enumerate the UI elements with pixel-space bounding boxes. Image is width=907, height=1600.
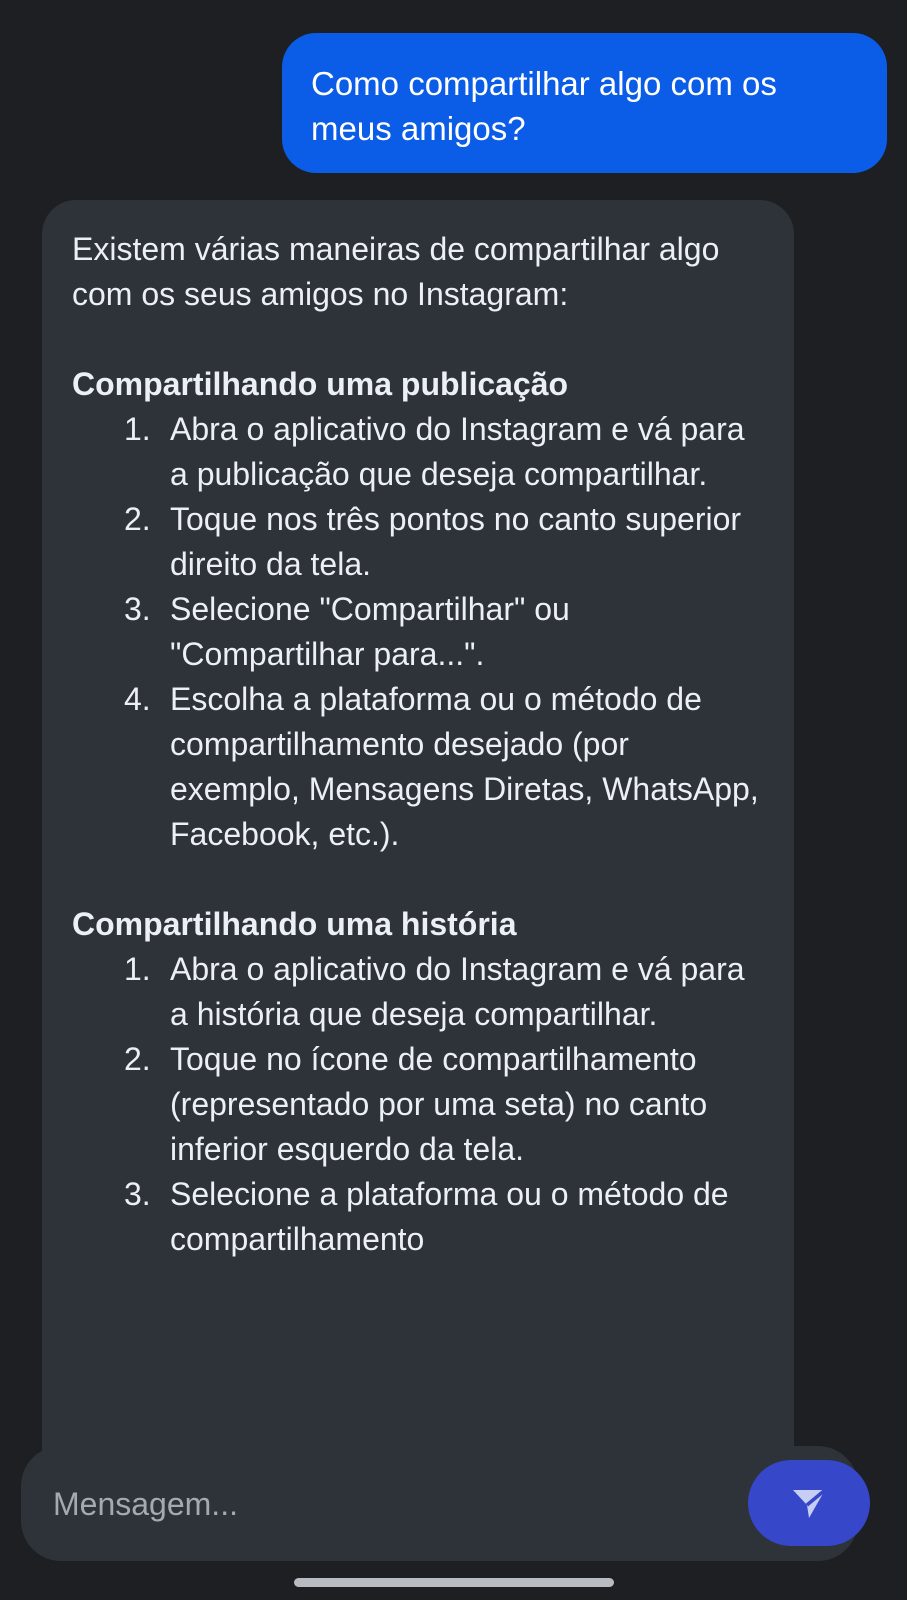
user-message-text: Como compartilhar algo com os meus amigo… [311, 65, 777, 147]
step-number: 1. [124, 951, 151, 987]
step-item: 2. Toque no ícone de compartilhamento (r… [72, 1037, 766, 1172]
step-text: Abra o aplicativo do Instagram e vá para… [170, 411, 745, 492]
section-title: Compartilhando uma publicação [72, 366, 569, 402]
step-number: 2. [124, 1041, 151, 1077]
section-share-story: Compartilhando uma história 1. Abra o ap… [72, 902, 766, 1262]
steps-list: 1. Abra o aplicativo do Instagram e vá p… [72, 947, 766, 1262]
step-text: Toque nos três pontos no canto superior … [170, 501, 742, 582]
user-message-bubble: Como compartilhar algo com os meus amigo… [282, 33, 887, 173]
step-item: 3. Selecione "Compartilhar" ou "Comparti… [72, 587, 766, 677]
step-item: 3. Selecione a plataforma ou o método de… [72, 1172, 766, 1262]
step-number: 2. [124, 501, 151, 537]
step-number: 1. [124, 411, 151, 447]
step-text: Toque no ícone de compartilhamento (repr… [170, 1041, 708, 1167]
send-button[interactable] [748, 1460, 870, 1546]
send-icon [793, 1488, 827, 1518]
assistant-intro-text: Existem várias maneiras de compartilhar … [72, 231, 720, 312]
message-composer [21, 1446, 870, 1561]
step-text: Escolha a plataforma ou o método de comp… [170, 681, 759, 852]
step-number: 3. [124, 591, 151, 627]
step-item: 4. Escolha a plataforma ou o método de c… [72, 677, 766, 857]
message-input[interactable] [53, 1476, 703, 1532]
step-item: 1. Abra o aplicativo do Instagram e vá p… [72, 947, 766, 1037]
step-number: 3. [124, 1176, 151, 1212]
assistant-message-bubble: Existem várias maneiras de compartilhar … [42, 200, 794, 1460]
step-number: 4. [124, 681, 151, 717]
step-item: 2. Toque nos três pontos no canto superi… [72, 497, 766, 587]
steps-list: 1. Abra o aplicativo do Instagram e vá p… [72, 407, 766, 857]
home-indicator[interactable] [294, 1578, 614, 1587]
step-text: Selecione a plataforma ou o método de co… [170, 1176, 729, 1257]
section-title: Compartilhando uma história [72, 906, 517, 942]
step-item: 1. Abra o aplicativo do Instagram e vá p… [72, 407, 766, 497]
step-text: Abra o aplicativo do Instagram e vá para… [170, 951, 745, 1032]
step-text: Selecione "Compartilhar" ou "Compartilha… [170, 591, 570, 672]
section-share-post: Compartilhando uma publicação 1. Abra o … [72, 362, 766, 857]
